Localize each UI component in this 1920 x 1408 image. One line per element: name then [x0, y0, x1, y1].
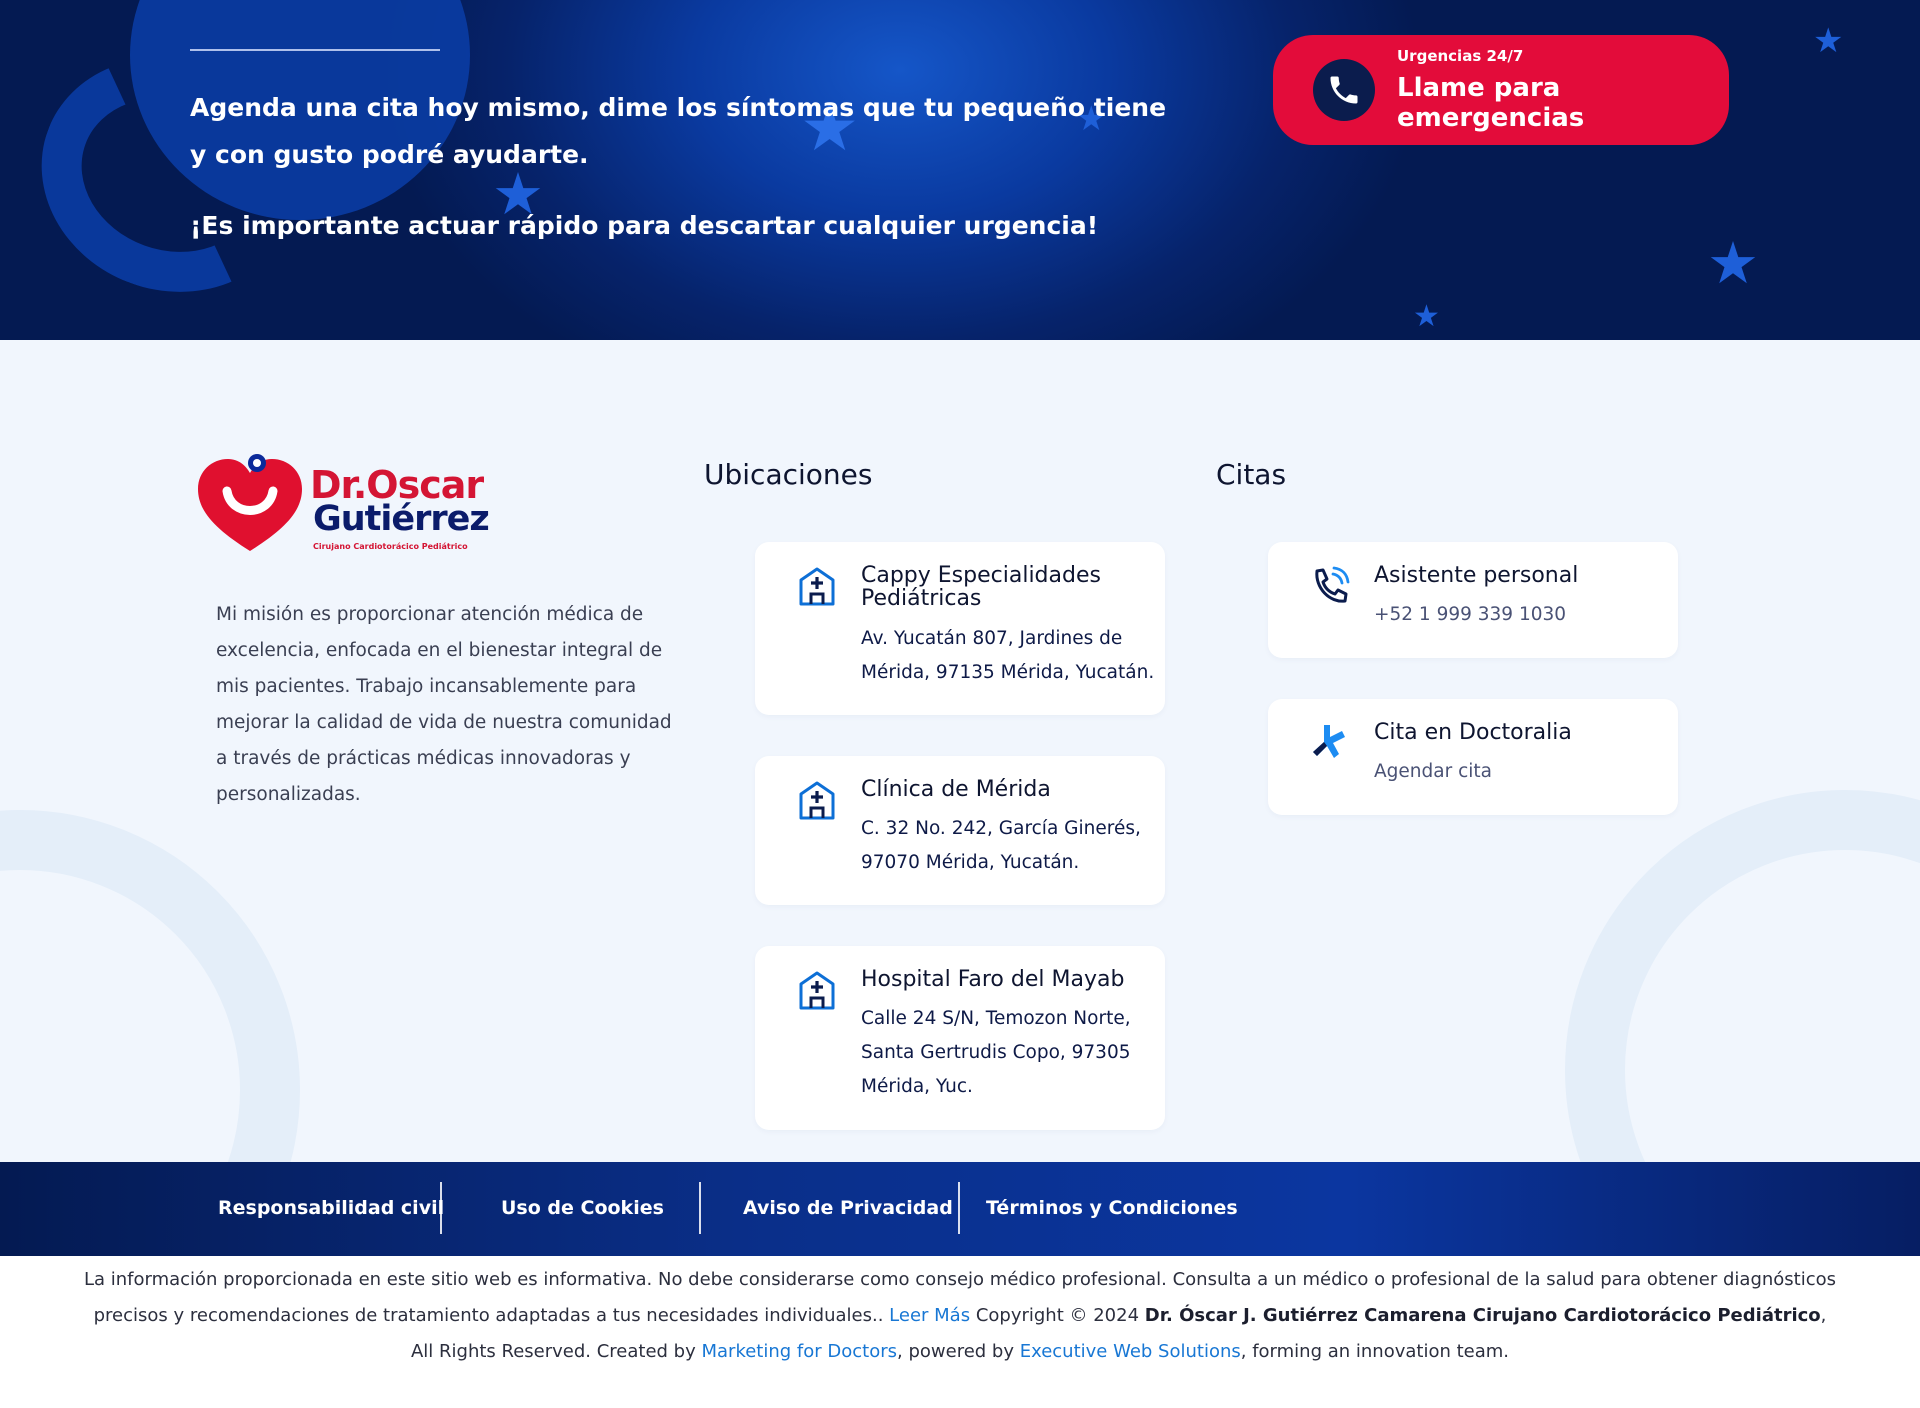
phone-icon — [1313, 59, 1375, 121]
cta-label: Llame para emergencias — [1397, 73, 1585, 133]
location-address: C. 32 No. 242, García Ginerés, 97070 Mér… — [861, 818, 1141, 873]
phone-number: +52 1 999 339 1030 — [1374, 604, 1567, 625]
disclaimer-text: La información proporcionada en este sit… — [80, 1262, 1840, 1370]
location-card[interactable]: Hospital Faro del Mayab Calle 24 S/N, Te… — [755, 946, 1165, 1130]
copyright-part: Copyright © 2024 — [970, 1305, 1145, 1326]
link-separator — [958, 1182, 960, 1234]
personal-assistant-card[interactable]: Asistente personal +52 1 999 339 1030 — [1268, 542, 1678, 658]
appointments-heading: Citas — [1216, 458, 1287, 491]
arc-decoration — [1565, 790, 1920, 1162]
logo-name-line2: Gutiérrez — [313, 499, 490, 539]
credits-part: , forming an innovation team. — [1240, 1341, 1510, 1362]
link-separator — [440, 1182, 442, 1234]
location-name: Hospital Faro del Mayab — [861, 967, 1125, 992]
brand-logo[interactable]: Dr.Oscar Gutiérrez Cirujano Cardiotoráci… — [195, 451, 495, 561]
read-more-link[interactable]: Leer Más — [889, 1305, 970, 1326]
doctoralia-card[interactable]: Cita en Doctoralia Agendar cita — [1268, 699, 1678, 815]
book-appointment-link[interactable]: Agendar cita — [1374, 755, 1674, 789]
location-card[interactable]: Clínica de Mérida C. 32 No. 242, García … — [755, 756, 1165, 905]
location-name: Clínica de Mérida — [861, 777, 1051, 802]
doctoralia-icon — [1313, 725, 1345, 758]
hospital-icon — [799, 971, 835, 1010]
divider — [190, 49, 440, 51]
logo-tagline: Cirujano Cardiotorácico Pediátrico — [313, 542, 468, 551]
location-address: Calle 24 S/N, Temozon Norte, Santa Gertr… — [861, 1008, 1131, 1097]
legal-links-bar: Responsabilidad civil Uso de Cookies Avi… — [0, 1162, 1920, 1256]
appointment-name: Cita en Doctoralia — [1374, 720, 1572, 745]
appointment-message: Agenda una cita hoy mismo, dime los sínt… — [190, 93, 1167, 169]
mission-text: Mi misión es proporcionar atención médic… — [216, 604, 672, 805]
hospital-icon — [799, 781, 835, 820]
executive-web-solutions-link[interactable]: Executive Web Solutions — [1020, 1341, 1241, 1362]
credits-part: , powered by — [897, 1341, 1020, 1362]
location-address: Av. Yucatán 807, Jardines de Mérida, 971… — [861, 628, 1155, 683]
terms-link[interactable]: Términos y Condiciones — [986, 1197, 1238, 1219]
location-name: Cappy Especialidades Pediátricas — [861, 563, 1101, 611]
urgency-message: ¡Es importante actuar rápido para descar… — [190, 211, 1099, 240]
copyright-owner: Dr. Óscar J. Gutiérrez Camarena Cirujano… — [1144, 1305, 1821, 1326]
heart-logo-icon — [198, 454, 302, 551]
emergency-call-button[interactable]: Urgencias 24/7 Llame para emergencias — [1273, 35, 1729, 145]
star-icon: ★ — [1413, 299, 1440, 334]
cta-eyebrow: Urgencias 24/7 — [1397, 47, 1524, 65]
arc-decoration — [0, 810, 300, 1162]
locations-heading: Ubicaciones — [704, 458, 873, 491]
phone-call-icon — [1315, 566, 1350, 603]
privacy-notice-link[interactable]: Aviso de Privacidad — [743, 1197, 953, 1219]
link-separator — [699, 1182, 701, 1234]
appointment-name: Asistente personal — [1374, 563, 1579, 588]
footer-info-section: Dr.Oscar Gutiérrez Cirujano Cardiotoráci… — [0, 340, 1920, 1162]
star-icon: ★ — [1813, 21, 1844, 61]
location-card[interactable]: Cappy Especialidades Pediátricas Av. Yuc… — [755, 542, 1165, 715]
star-icon: ★ — [1707, 229, 1759, 297]
marketing-for-doctors-link[interactable]: Marketing for Doctors — [701, 1341, 897, 1362]
cookies-link[interactable]: Uso de Cookies — [501, 1197, 664, 1219]
hospital-icon — [799, 567, 835, 606]
civil-liability-link[interactable]: Responsabilidad civil — [218, 1197, 444, 1219]
emergency-banner: ★ ★ ★ ★ ★ ★ Agenda una cita hoy mismo, d… — [0, 0, 1920, 340]
